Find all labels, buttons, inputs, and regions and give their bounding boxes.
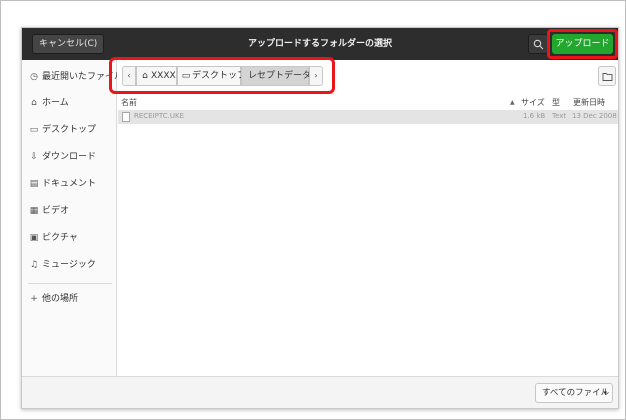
file-name: RECEIPTC.UKE bbox=[134, 112, 184, 120]
sidebar-item-recent[interactable]: ◷ 最近開いたファイル bbox=[22, 64, 117, 90]
sidebar-item-label: デスクトップ bbox=[42, 125, 97, 135]
sidebar-item-label: ホーム bbox=[42, 98, 69, 108]
document-icon: ▤ bbox=[29, 179, 39, 189]
sidebar-item-documents[interactable]: ▤ ドキュメント bbox=[22, 171, 117, 197]
column-size[interactable]: サイズ bbox=[521, 97, 545, 108]
clock-icon: ◷ bbox=[30, 72, 38, 82]
table-row[interactable]: RECEIPTC.UKE 1.6 kB Text 13 Dec 2008 bbox=[118, 110, 618, 124]
filter-label: すべてのファイル bbox=[542, 388, 610, 398]
sidebar-item-videos[interactable]: ▦ ビデオ bbox=[22, 198, 117, 224]
upload-button[interactable]: アップロード bbox=[552, 34, 613, 54]
folder-chooser-dialog: キャンセル(C) アップロードするフォルダーの選択 アップロード ◷ 最近開いた… bbox=[21, 27, 619, 409]
sidebar-item-other-locations[interactable]: + 他の場所 bbox=[22, 286, 117, 312]
file-list: 名前 ▲ サイズ 型 更新日時 RECEIPTC.UKE 1.6 kB Text… bbox=[118, 94, 618, 376]
sidebar-item-home[interactable]: ⌂ ホーム bbox=[22, 90, 117, 116]
music-icon: ♫ bbox=[29, 260, 39, 270]
search-button[interactable] bbox=[528, 34, 548, 54]
download-icon: ⇩ bbox=[30, 152, 38, 162]
video-icon: ▦ bbox=[29, 206, 39, 216]
file-size: 1.6 kB bbox=[523, 112, 546, 120]
search-icon bbox=[533, 39, 544, 50]
sidebar-item-label: 最近開いたファイル bbox=[42, 72, 117, 82]
file-type-filter[interactable]: すべてのファイル ▾ bbox=[535, 383, 613, 403]
sidebar-item-label: ダウンロード bbox=[42, 152, 97, 162]
sort-ascending-icon: ▲ bbox=[510, 99, 515, 106]
dialog-header: キャンセル(C) アップロードするフォルダーの選択 アップロード bbox=[22, 28, 618, 60]
plus-icon: + bbox=[30, 294, 38, 304]
sidebar-item-label: ビデオ bbox=[42, 206, 70, 216]
pathbar-highlight-box bbox=[109, 57, 335, 94]
places-sidebar: ◷ 最近開いたファイル ⌂ ホーム ▭ デスクトップ ⇩ ダウンロード ▤ ドキ… bbox=[22, 60, 117, 376]
home-icon: ⌂ bbox=[31, 98, 37, 108]
sidebar-item-music[interactable]: ♫ ミュージック bbox=[22, 252, 117, 278]
sidebar-item-label: ドキュメント bbox=[42, 179, 97, 189]
new-folder-icon bbox=[602, 73, 613, 81]
dialog-footer: すべてのファイル ▾ bbox=[22, 376, 618, 408]
column-type[interactable]: 型 bbox=[552, 97, 560, 108]
sidebar-item-desktop[interactable]: ▭ デスクトップ bbox=[22, 117, 117, 143]
picture-icon: ▣ bbox=[29, 233, 39, 243]
sidebar-item-pictures[interactable]: ▣ ピクチャ bbox=[22, 225, 117, 251]
column-name[interactable]: 名前 bbox=[121, 97, 137, 108]
file-type: Text bbox=[552, 112, 567, 120]
sidebar-divider bbox=[28, 283, 112, 284]
chevron-down-icon: ▾ bbox=[603, 389, 607, 397]
sidebar-item-label: 他の場所 bbox=[42, 294, 79, 304]
sidebar-item-label: ピクチャ bbox=[42, 233, 78, 243]
list-header: 名前 ▲ サイズ 型 更新日時 bbox=[118, 94, 618, 110]
text-file-icon bbox=[122, 112, 130, 122]
new-folder-button[interactable] bbox=[598, 66, 616, 86]
column-modified[interactable]: 更新日時 bbox=[573, 97, 605, 108]
desktop-icon: ▭ bbox=[29, 125, 39, 135]
sidebar-item-downloads[interactable]: ⇩ ダウンロード bbox=[22, 144, 117, 170]
file-modified: 13 Dec 2008 bbox=[572, 112, 617, 120]
sidebar-item-label: ミュージック bbox=[42, 260, 96, 270]
